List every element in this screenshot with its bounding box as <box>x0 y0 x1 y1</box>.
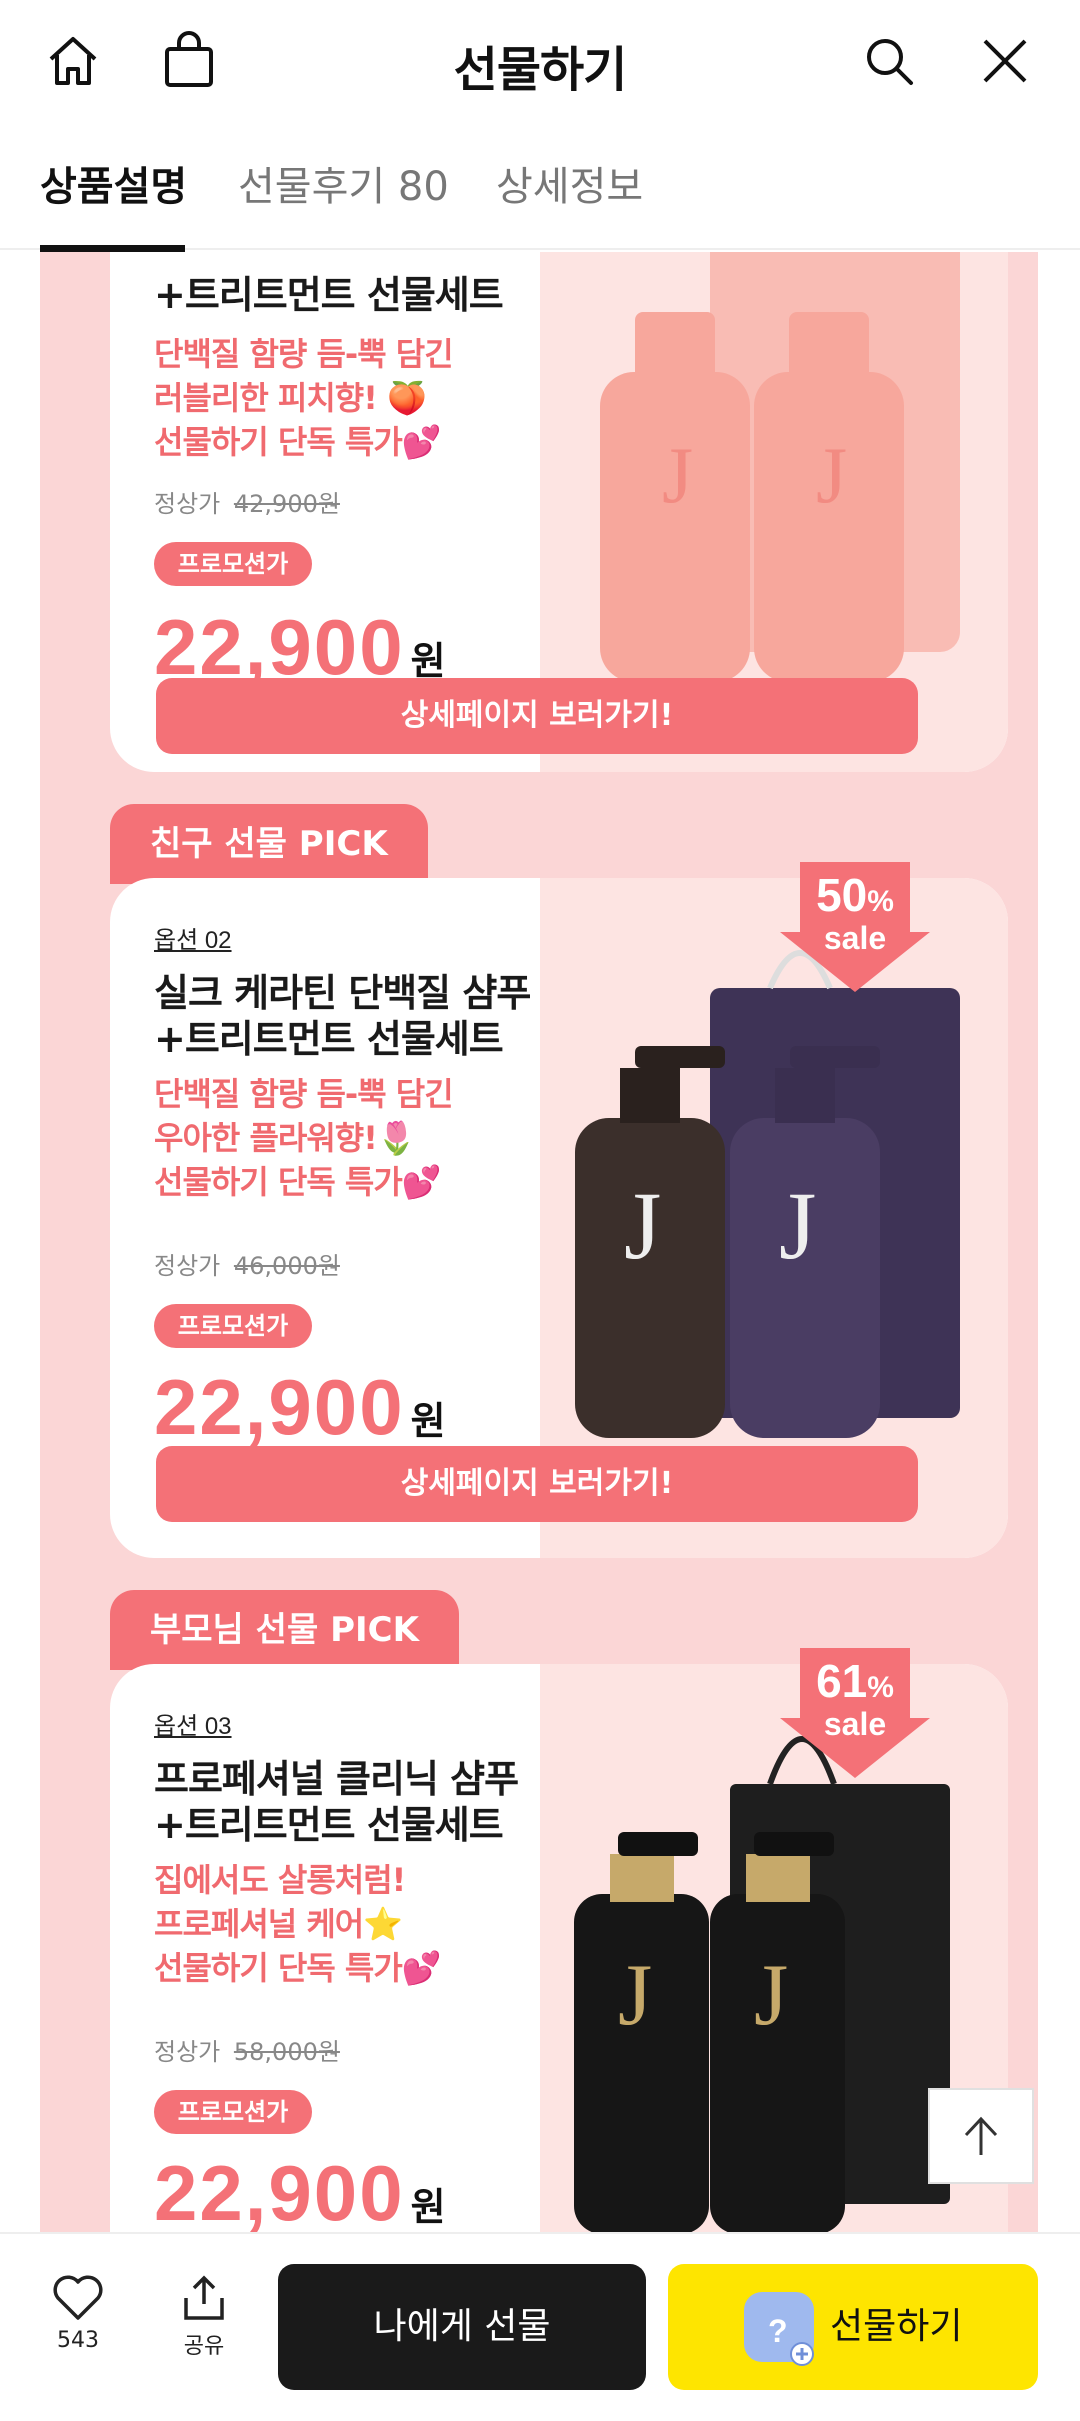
desc-line: 우아한 플라워향!🌷 <box>154 1119 417 1157</box>
header: 선물하기 <box>0 0 1080 120</box>
regular-price: 정상가 46,000원 <box>154 1246 340 1281</box>
desc-line: 선물하기 단독 특가💕 <box>154 1949 442 1987</box>
like-count: 543 <box>57 2328 99 2353</box>
price-unit: 원 <box>410 2185 448 2229</box>
tab-description[interactable]: 상품설명 <box>40 154 187 212</box>
product-description-content: J J +트리트먼트 선물세트 단백질 함량 듬-뿍 담긴 러블리한 피치향! … <box>40 252 1038 2232</box>
share-label: 공유 <box>183 2334 225 2359</box>
sale-percent-value: 61 <box>816 1655 868 1707</box>
product-name-line: +트리트먼트 선물세트 <box>154 1803 504 1847</box>
sale-percent-unit: % <box>867 885 894 918</box>
desc-line: 단백질 함량 듬-뿍 담긴 <box>154 1075 454 1113</box>
product-name: 프로페셔널 클리닉 샴푸 +트리트먼트 선물세트 <box>154 1756 519 1848</box>
bottom-action-bar: 543 공유 나에게 선물 ? 선물하기 <box>0 2232 1080 2421</box>
share-button[interactable]: 공유 <box>154 2274 254 2360</box>
desc-line: 선물하기 단독 특가💕 <box>154 1163 442 1201</box>
heart-icon <box>53 2275 103 2320</box>
price-unit: 원 <box>410 639 448 683</box>
scroll-to-top-button[interactable] <box>928 2088 1034 2184</box>
svg-text:J: J <box>618 1947 652 2044</box>
price-value: 22,900 <box>154 1363 405 1451</box>
regular-price-label: 정상가 <box>154 490 221 518</box>
product-card-peach: J J +트리트먼트 선물세트 단백질 함량 듬-뿍 담긴 러블리한 피치향! … <box>110 252 1008 772</box>
svg-text:J: J <box>662 432 693 520</box>
svg-text:J: J <box>816 432 847 520</box>
promo-badge: 프로모션가 <box>154 1304 312 1348</box>
regular-price-value: 46,000원 <box>233 1252 340 1280</box>
sale-badge: 50% sale <box>780 862 930 992</box>
product-name: 실크 케라틴 단백질 샴푸 +트리트먼트 선물세트 <box>154 970 531 1062</box>
regular-price: 정상가 58,000원 <box>154 2032 340 2067</box>
tab-details[interactable]: 상세정보 <box>496 154 643 212</box>
product-name-line: +트리트먼트 선물세트 <box>154 1017 504 1061</box>
promo-badge: 프로모션가 <box>154 2090 312 2134</box>
promo-badge: 프로모션가 <box>154 542 312 586</box>
desc-line: 선물하기 단독 특가💕 <box>154 423 442 461</box>
regular-price: 정상가 42,900원 <box>154 484 340 519</box>
like-button[interactable]: 543 <box>28 2274 128 2353</box>
product-description: 단백질 함량 듬-뿍 담긴 우아한 플라워향!🌷 선물하기 단독 특가💕 <box>154 1072 454 1204</box>
gift-to-me-button[interactable]: 나에게 선물 <box>278 2264 646 2390</box>
product-description: 단백질 함량 듬-뿍 담긴 러블리한 피치향! 🍑 선물하기 단독 특가💕 <box>154 332 454 464</box>
regular-price-label: 정상가 <box>154 2038 221 2066</box>
product-name-line: 프로페셔널 클리닉 샴푸 <box>154 1757 519 1801</box>
option-number: 옵션 02 <box>154 927 232 954</box>
desc-line: 러블리한 피치향! 🍑 <box>154 379 427 417</box>
product-name: +트리트먼트 선물세트 <box>154 273 504 317</box>
promo-price: 22,900 원 <box>154 2148 448 2232</box>
tab-reviews[interactable]: 선물후기 80 <box>238 154 449 212</box>
gift-button-label: 선물하기 <box>830 2306 963 2347</box>
gift-button[interactable]: ? 선물하기 <box>668 2264 1038 2390</box>
active-tab-indicator <box>40 245 185 252</box>
promo-price: 22,900 원 <box>154 1362 448 1453</box>
view-detail-button[interactable]: 상세페이지 보러가기! <box>156 1446 918 1522</box>
regular-price-value: 42,900원 <box>233 490 340 518</box>
share-icon <box>184 2275 224 2320</box>
regular-price-label: 정상가 <box>154 1252 221 1280</box>
tab-bar: 상품설명 선물후기 80 상세정보 <box>0 130 1080 252</box>
price-unit: 원 <box>410 1399 448 1443</box>
svg-text:J: J <box>754 1947 788 2044</box>
sale-percent-unit: % <box>867 1671 894 1704</box>
svg-text:J: J <box>779 1172 816 1279</box>
gift-card-icon: ? <box>744 2292 814 2366</box>
price-value: 22,900 <box>154 2149 405 2232</box>
product-description: 집에서도 살롱처럼! 프로페셔널 케어⭐ 선물하기 단독 특가💕 <box>154 1858 442 1990</box>
regular-price-value: 58,000원 <box>233 2038 340 2066</box>
desc-line: 집에서도 살롱처럼! <box>154 1861 406 1899</box>
close-icon[interactable] <box>970 26 1040 96</box>
sale-word: sale <box>823 1706 887 1742</box>
svg-text:J: J <box>624 1172 661 1279</box>
desc-line: 프로페셔널 케어⭐ <box>154 1905 403 1943</box>
sale-percent: 50% <box>780 868 930 922</box>
sale-percent: 61% <box>780 1654 930 1708</box>
desc-line: 단백질 함량 듬-뿍 담긴 <box>154 335 454 373</box>
friend-gift-pick-tag: 친구 선물 PICK <box>110 804 428 884</box>
arrow-up-icon <box>964 2116 998 2155</box>
sale-word: sale <box>823 920 887 956</box>
parents-gift-pick-tag: 부모님 선물 PICK <box>110 1590 459 1670</box>
view-detail-button[interactable]: 상세페이지 보러가기! <box>156 678 918 754</box>
sale-percent-value: 50 <box>816 869 868 921</box>
svg-text:?: ? <box>768 2313 788 2349</box>
product-name-line: 실크 케라틴 단백질 샴푸 <box>154 971 531 1015</box>
sale-badge: 61% sale <box>780 1648 930 1778</box>
search-icon[interactable] <box>854 26 924 96</box>
option-number: 옵션 03 <box>154 1713 232 1740</box>
